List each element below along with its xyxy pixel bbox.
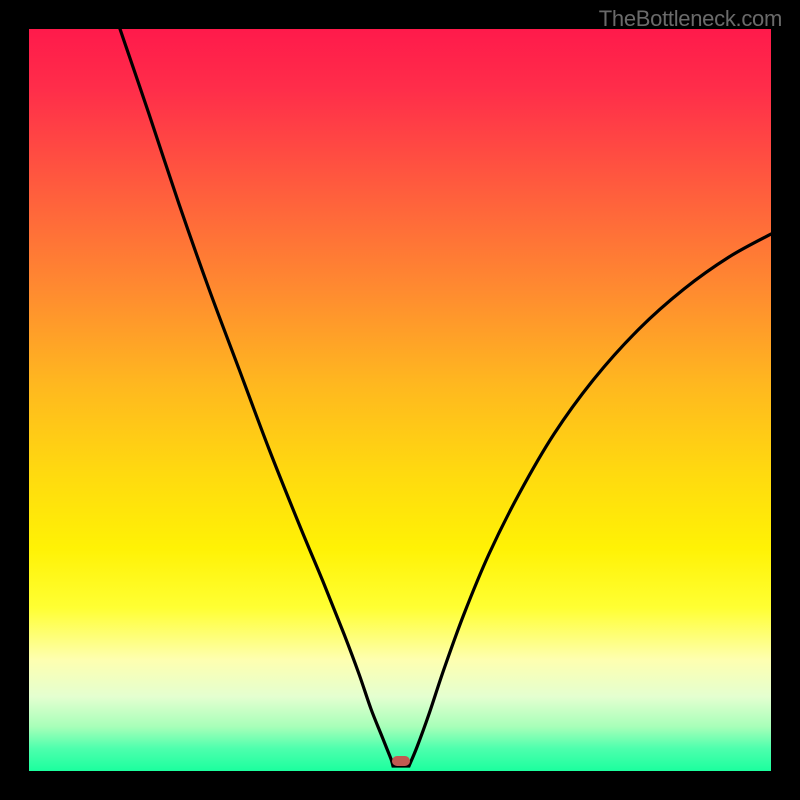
bottleneck-curve (29, 29, 771, 771)
attribution-text: TheBottleneck.com (599, 6, 782, 32)
curve-path (120, 29, 771, 766)
plot-area (29, 29, 771, 771)
optimal-marker (392, 756, 410, 766)
